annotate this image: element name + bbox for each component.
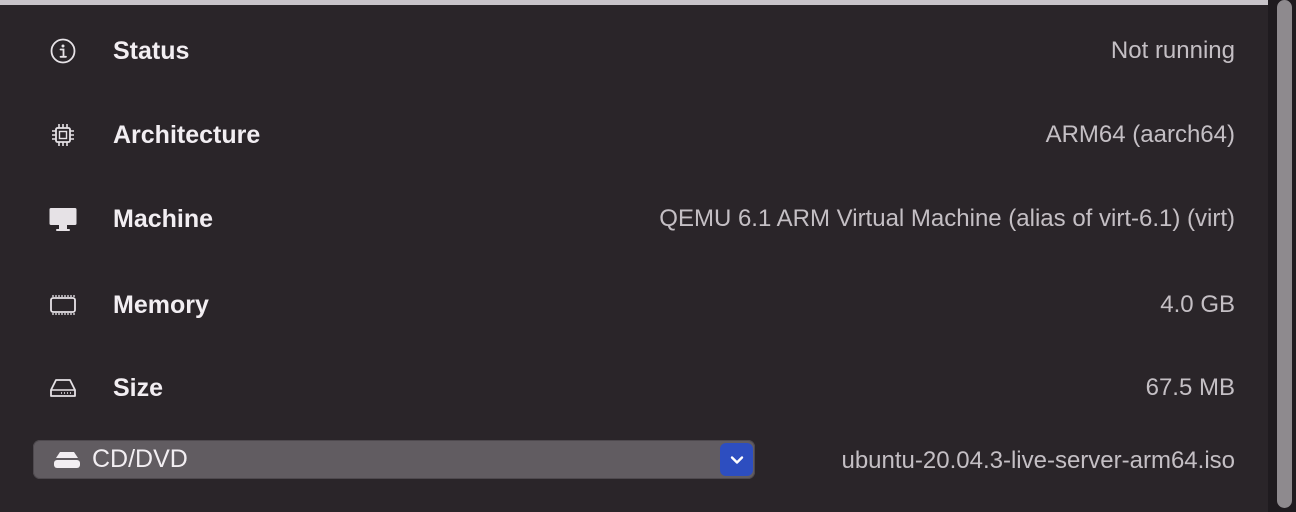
display-icon bbox=[48, 205, 78, 233]
memory-label: Memory bbox=[113, 291, 209, 319]
status-label: Status bbox=[113, 37, 190, 65]
info-icon bbox=[48, 37, 78, 65]
architecture-label: Architecture bbox=[113, 121, 261, 149]
architecture-row: Architecture ARM64 (aarch64) bbox=[0, 115, 1268, 155]
cpu-chip-icon bbox=[48, 121, 78, 149]
machine-row: Machine QEMU 6.1 ARM Virtual Machine (al… bbox=[0, 199, 1268, 239]
chevron-down-icon[interactable] bbox=[720, 443, 753, 476]
scrollbar-thumb[interactable] bbox=[1277, 0, 1292, 508]
size-value: 67.5 MB bbox=[1145, 374, 1235, 401]
memory-row: Memory 4.0 GB bbox=[0, 285, 1268, 325]
drive-type-label: CD/DVD bbox=[92, 445, 188, 473]
drive-image-name: ubuntu-20.04.3-live-server-arm64.iso bbox=[841, 447, 1235, 474]
size-row: Size 67.5 MB bbox=[0, 368, 1268, 408]
status-row: Status Not running bbox=[0, 31, 1268, 71]
drive-type-select[interactable]: CD/DVD bbox=[33, 440, 755, 479]
memory-icon bbox=[48, 291, 78, 319]
memory-value: 4.0 GB bbox=[1160, 291, 1235, 318]
status-value: Not running bbox=[1110, 37, 1235, 64]
size-label: Size bbox=[113, 374, 164, 402]
drive-icon bbox=[52, 450, 82, 470]
machine-value: QEMU 6.1 ARM Virtual Machine (alias of v… bbox=[659, 205, 1235, 232]
architecture-value: ARM64 (aarch64) bbox=[1045, 121, 1235, 148]
machine-label: Machine bbox=[113, 205, 214, 233]
drive-icon bbox=[48, 374, 78, 402]
vm-details-panel: Status Not running Architecture ARM64 (a… bbox=[0, 5, 1268, 512]
